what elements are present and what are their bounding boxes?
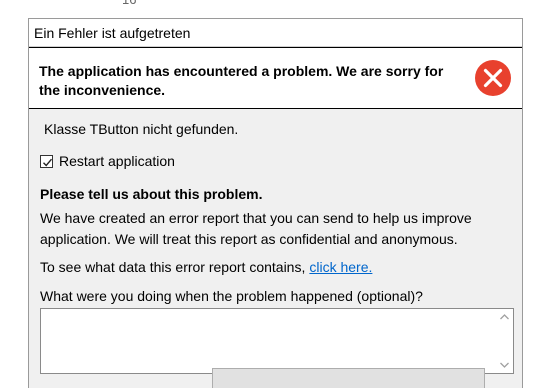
dialog-title: Ein Fehler ist aufgetreten <box>34 25 191 41</box>
what-were-you-doing-textarea[interactable] <box>40 308 514 374</box>
optional-input-label: What were you doing when the problem hap… <box>40 288 423 304</box>
restart-application-label[interactable]: Restart application <box>59 153 175 169</box>
error-detail-message: Klasse TButton nicht gefunden. <box>44 121 239 137</box>
error-x-circle-icon <box>475 60 511 96</box>
tell-us-heading: Please tell us about this problem. <box>40 186 263 202</box>
restart-application-checkbox-row[interactable]: Restart application <box>40 152 175 170</box>
checkmark-icon <box>43 158 53 167</box>
see-data-text: To see what data this error report conta… <box>40 259 306 275</box>
dialog-titlebar[interactable]: Ein Fehler ist aufgetreten <box>29 19 522 47</box>
error-dialog: Ein Fehler ist aufgetreten The applicati… <box>28 18 523 388</box>
scroll-up-icon[interactable] <box>499 313 510 321</box>
background-partial-label: 16 <box>122 0 136 7</box>
send-button-partial[interactable] <box>212 368 485 388</box>
error-header-panel: The application has encountered a proble… <box>29 47 522 109</box>
click-here-link[interactable]: click here. <box>309 259 372 275</box>
report-description: We have created an error report that you… <box>40 210 472 247</box>
restart-application-checkbox[interactable] <box>40 154 53 168</box>
scroll-down-icon[interactable] <box>499 361 510 369</box>
screen: 16 Ein Fehler ist aufgetreten The applic… <box>0 0 543 388</box>
see-data-line: To see what data this error report conta… <box>40 259 372 275</box>
error-header-message: The application has encountered a proble… <box>39 63 444 98</box>
textarea-scrollbar[interactable] <box>496 309 513 373</box>
